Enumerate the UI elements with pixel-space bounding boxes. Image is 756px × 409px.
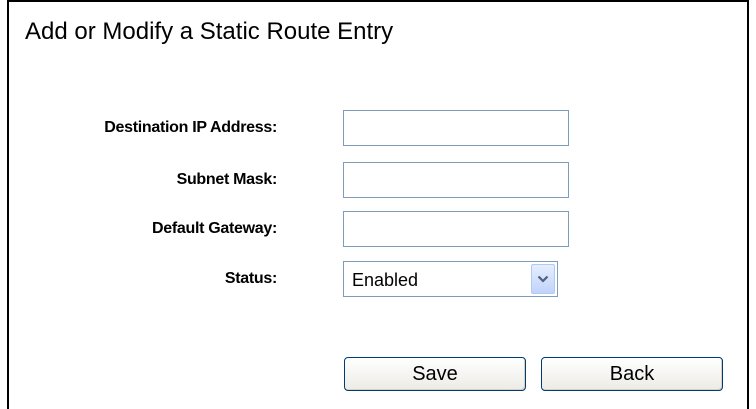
chevron-down-icon[interactable] xyxy=(531,264,555,294)
back-button[interactable]: Back xyxy=(541,357,723,391)
default-gateway-label: Default Gateway: xyxy=(151,220,277,237)
page-title: Add or Modify a Static Route Entry xyxy=(25,18,394,45)
subnet-mask-input[interactable] xyxy=(343,162,569,198)
static-route-panel: Add or Modify a Static Route Entry Desti… xyxy=(7,0,749,409)
destination-ip-label: Destination IP Address: xyxy=(104,119,277,136)
status-label: Status: xyxy=(224,270,277,287)
subnet-mask-label: Subnet Mask: xyxy=(176,171,278,188)
status-selected-value: Enabled xyxy=(352,270,419,290)
destination-ip-input[interactable] xyxy=(343,110,569,146)
save-button[interactable]: Save xyxy=(344,357,526,391)
default-gateway-input[interactable] xyxy=(343,211,569,247)
status-select[interactable]: Enabled xyxy=(343,261,558,297)
